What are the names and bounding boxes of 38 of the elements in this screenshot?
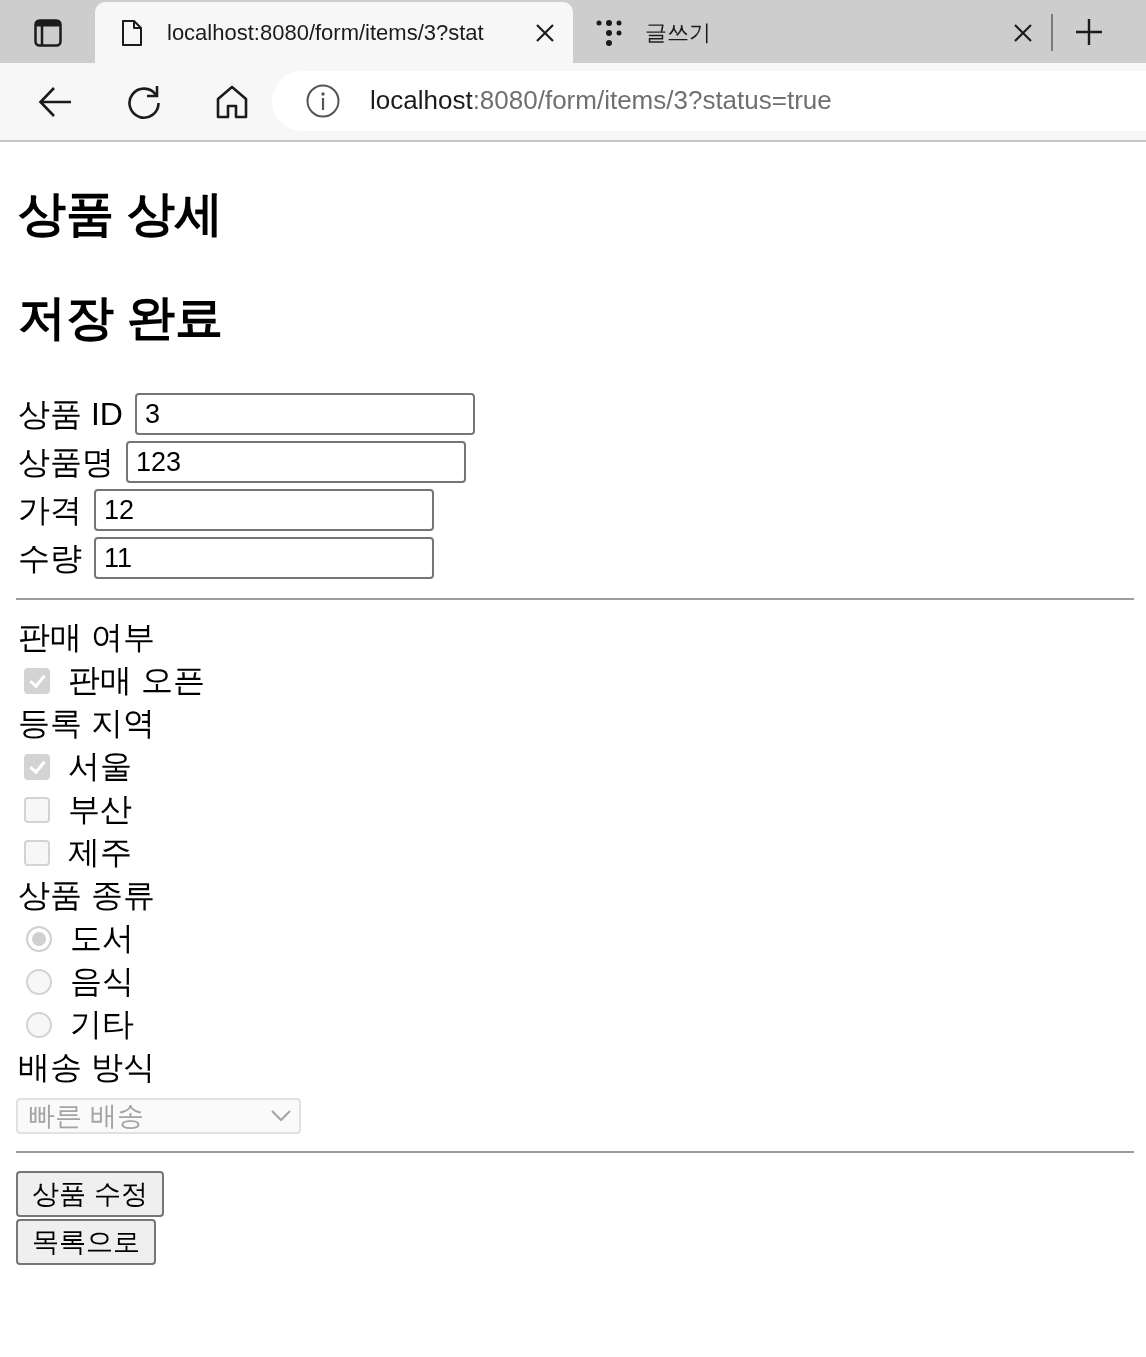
close-icon[interactable] [535,22,555,43]
input-field[interactable]: 123 [126,441,466,483]
checkbox-label: 부산 [68,790,132,829]
field-label: 상품 ID [18,394,123,434]
form-button[interactable]: 상품 수정 [16,1171,164,1217]
group-label: 판매 여부 [18,618,155,657]
url-text: localhost:8080/form/items/3?status=true [370,85,832,116]
dots-icon [595,18,623,47]
page-heading: 저장 완료 [18,290,225,346]
radio-label: 기타 [70,1005,134,1044]
checkbox-label: 판매 오픈 [68,661,205,700]
group-label: 등록 지역 [18,704,155,743]
field-label: 상품명 [18,442,114,482]
browser-tab[interactable]: 글쓰기 [573,2,1051,63]
input-field[interactable]: 3 [134,393,475,435]
browser-tab[interactable]: localhost:8080/form/items/3?stat [95,2,573,63]
chevron-down-icon [271,1110,291,1122]
refresh-icon[interactable] [126,83,162,120]
info-icon[interactable] [306,83,340,118]
group-label: 상품 종류 [18,876,155,915]
tab-actions-icon[interactable] [33,18,62,47]
input-field[interactable]: 12 [94,489,434,531]
close-icon[interactable] [1013,22,1033,43]
address-bar[interactable]: localhost:8080/form/items/3?status=true [272,70,1146,131]
field-label: 가격 [18,490,82,530]
input-field[interactable]: 11 [94,537,434,579]
checkbox-label: 서울 [68,747,132,786]
group-label: 배송 방식 [18,1048,155,1087]
field-label: 수량 [18,538,82,578]
radio-label: 음식 [70,962,134,1001]
radio-label: 도서 [70,919,134,958]
form-button[interactable]: 목록으로 [16,1219,156,1265]
tab-title: 글쓰기 [645,18,712,47]
home-icon[interactable] [214,83,250,120]
tab-title: localhost:8080/form/items/3?stat [167,19,485,46]
plus-icon[interactable] [1075,18,1103,46]
checkbox-label: 제주 [68,833,132,872]
page-heading: 상품 상세 [18,186,225,242]
